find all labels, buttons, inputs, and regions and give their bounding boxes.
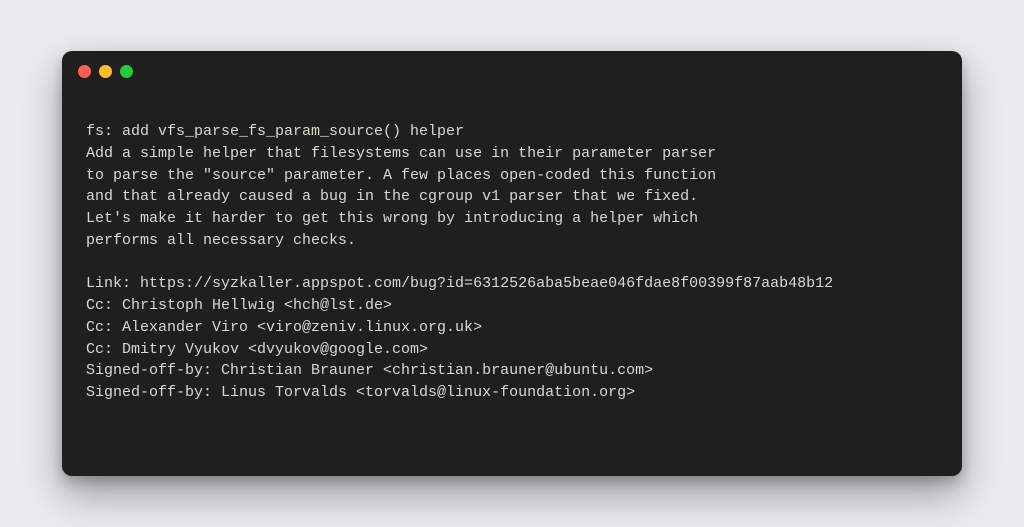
commit-line: Signed-off-by: Christian Brauner <christ… [86,362,653,379]
titlebar [62,51,962,91]
terminal-content: fs: add vfs_parse_fs_param_source() help… [62,91,962,425]
commit-line: Let's make it harder to get this wrong b… [86,210,698,227]
maximize-icon[interactable] [120,65,133,78]
close-icon[interactable] [78,65,91,78]
commit-line: and that already caused a bug in the cgr… [86,188,698,205]
commit-line: fs: add vfs_parse_fs_param_source() help… [86,123,464,140]
terminal-window: fs: add vfs_parse_fs_param_source() help… [62,51,962,475]
commit-line: to parse the "source" parameter. A few p… [86,167,716,184]
commit-line: Cc: Christoph Hellwig <hch@lst.de> [86,297,392,314]
commit-line: performs all necessary checks. [86,232,356,249]
commit-line: Cc: Alexander Viro <viro@zeniv.linux.org… [86,319,482,336]
commit-line: Signed-off-by: Linus Torvalds <torvalds@… [86,384,635,401]
commit-line: Add a simple helper that filesystems can… [86,145,716,162]
minimize-icon[interactable] [99,65,112,78]
commit-line: Cc: Dmitry Vyukov <dvyukov@google.com> [86,341,428,358]
commit-line: Link: https://syzkaller.appspot.com/bug?… [86,275,833,292]
